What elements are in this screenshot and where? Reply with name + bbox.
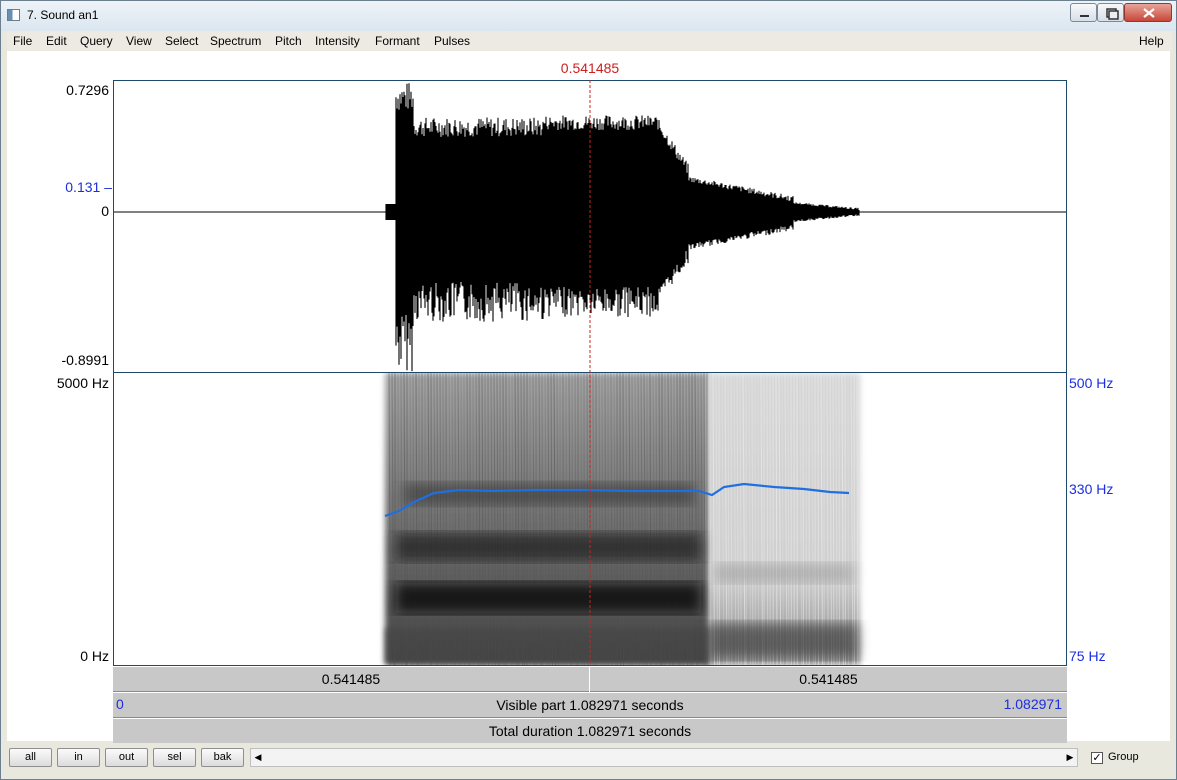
- segment-left-bar[interactable]: 0.541485: [113, 666, 589, 692]
- menu-intensity[interactable]: Intensity: [315, 34, 360, 48]
- segment-right-duration: 0.541485: [799, 671, 858, 687]
- restore-icon: [1106, 8, 1119, 20]
- visible-start-time: 0: [116, 696, 124, 712]
- zoom-in-button[interactable]: in: [57, 748, 100, 767]
- minimize-icon: [1080, 15, 1089, 17]
- waveform-cursor-value-label: 0.131 –: [65, 179, 112, 195]
- visible-part-label: Visible part 1.082971 seconds: [496, 697, 684, 713]
- close-icon: [1143, 8, 1155, 18]
- menu-edit[interactable]: Edit: [46, 34, 67, 48]
- zoom-out-button[interactable]: out: [105, 748, 148, 767]
- segment-right-bar[interactable]: 0.541485: [590, 666, 1067, 692]
- menu-bar: File Edit Query View Select Spectrum Pit…: [7, 31, 1172, 51]
- total-duration-bar[interactable]: Total duration 1.082971 seconds: [113, 718, 1067, 744]
- segment-left-duration: 0.541485: [321, 671, 381, 687]
- visible-part-bar[interactable]: Visible part 1.082971 seconds: [113, 692, 1067, 718]
- group-label: Group: [1108, 751, 1139, 763]
- menu-query[interactable]: Query: [80, 34, 113, 48]
- minimize-button[interactable]: [1070, 3, 1097, 22]
- menu-view[interactable]: View: [126, 34, 152, 48]
- menu-spectrum[interactable]: Spectrum: [210, 34, 261, 48]
- menu-formant[interactable]: Formant: [375, 34, 420, 48]
- pitch-cursor-label: 330 Hz: [1069, 481, 1114, 497]
- visible-end-time: 1.082971: [1003, 696, 1062, 712]
- cursor-line: [589, 80, 591, 666]
- total-duration-label: Total duration 1.082971 seconds: [488, 723, 692, 739]
- praat-sound-editor-window: 7. Sound an1 File Edit Query View Select…: [0, 0, 1177, 780]
- window-icon: [7, 9, 20, 21]
- maximize-button[interactable]: [1097, 3, 1124, 22]
- menu-help[interactable]: Help: [1139, 34, 1164, 48]
- menu-pulses[interactable]: Pulses: [434, 34, 470, 48]
- waveform-max-label: 0.7296: [66, 82, 109, 98]
- menu-pitch[interactable]: Pitch: [275, 34, 302, 48]
- waveform-min-label: -0.8991: [61, 352, 109, 368]
- bottom-toolbar: all in out sel bak ◀ ▶ ✓ Group: [7, 743, 1172, 775]
- menu-file[interactable]: File: [13, 34, 32, 48]
- close-button[interactable]: [1124, 3, 1172, 22]
- zoom-selection-button[interactable]: sel: [153, 748, 196, 767]
- spectrogram-freq-top-label: 5000 Hz: [56, 375, 109, 391]
- pitch-bottom-label: 75 Hz: [1069, 648, 1106, 664]
- zoom-back-button[interactable]: bak: [201, 748, 244, 767]
- window-title: 7. Sound an1: [27, 8, 99, 22]
- time-scrollbar[interactable]: ◀ ▶: [250, 748, 1078, 767]
- cursor-time-label: 0.541485: [560, 60, 620, 76]
- pitch-top-label: 500 Hz: [1069, 375, 1114, 391]
- scroll-left-arrow-icon[interactable]: ◀: [251, 749, 265, 766]
- scroll-right-arrow-icon[interactable]: ▶: [1063, 749, 1077, 766]
- title-bar[interactable]: 7. Sound an1: [1, 1, 1176, 31]
- group-checkbox[interactable]: ✓: [1091, 752, 1103, 764]
- waveform-zero-label: 0: [101, 203, 109, 219]
- spectrogram-freq-bottom-label: 0 Hz: [80, 648, 109, 664]
- menu-select[interactable]: Select: [165, 34, 198, 48]
- zoom-all-button[interactable]: all: [9, 748, 52, 767]
